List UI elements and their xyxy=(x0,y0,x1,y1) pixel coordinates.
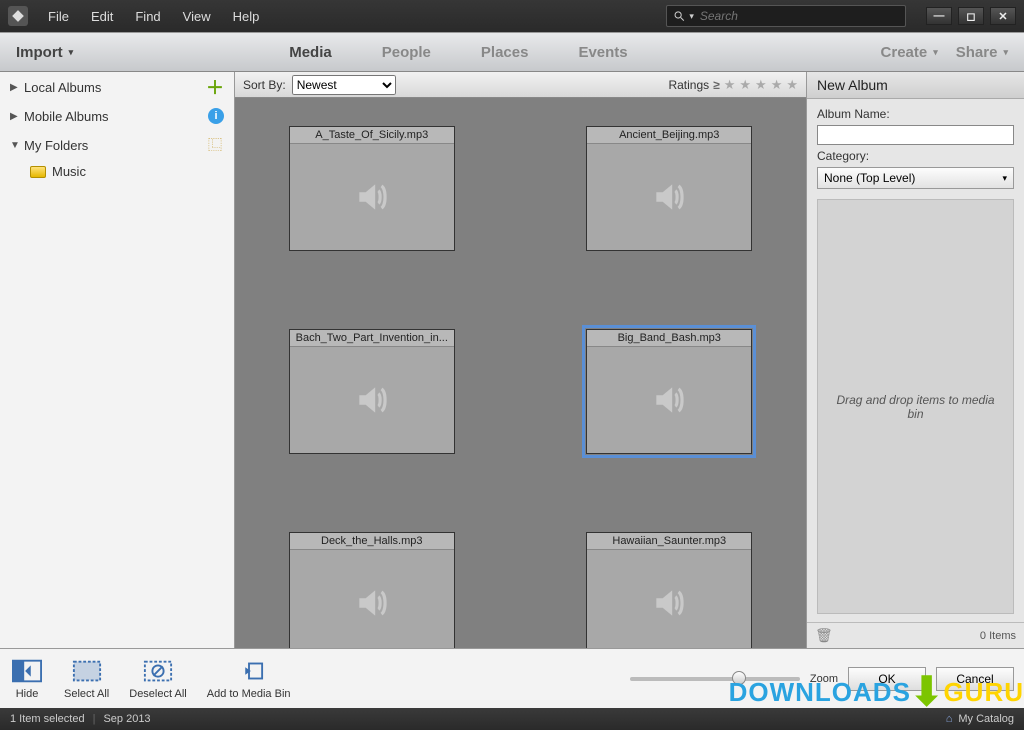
chevron-down-icon: ▾ xyxy=(933,47,938,58)
audio-icon xyxy=(587,550,751,648)
tree-view-icon[interactable]: ⿺ xyxy=(206,136,224,154)
chevron-down-icon: ▾ xyxy=(69,47,74,58)
add-to-media-bin-button[interactable]: Add to Media Bin xyxy=(207,658,291,700)
window-minimize-button[interactable]: — xyxy=(926,7,952,25)
sort-bar: Sort By: Newest Ratings ≥ ★ ★ ★ ★ ★ xyxy=(235,72,806,98)
search-box[interactable]: ▾ xyxy=(666,5,906,27)
tab-places[interactable]: Places xyxy=(465,40,545,65)
audio-icon xyxy=(290,550,454,648)
category-select[interactable]: None (Top Level) ▾ xyxy=(817,167,1014,189)
audio-icon xyxy=(587,347,751,453)
search-dropdown-icon[interactable]: ▾ xyxy=(689,11,694,22)
sidebar-item-local-albums[interactable]: ▶ Local Albums ＋ xyxy=(0,72,234,102)
disclosure-triangle-icon: ▶ xyxy=(10,82,24,93)
sidebar-subitem-music[interactable]: Music xyxy=(0,160,234,183)
import-label: Import xyxy=(16,44,63,61)
thumbnail-filename: Big_Band_Bash.mp3 xyxy=(587,330,751,347)
share-button[interactable]: Share▾ xyxy=(956,44,1008,61)
menubar: File Edit Find View Help ▾ — ◻ ✕ xyxy=(0,0,1024,32)
album-name-label: Album Name: xyxy=(817,107,1014,121)
trash-icon[interactable]: 🗑 xyxy=(815,627,833,644)
menu-find[interactable]: Find xyxy=(125,5,170,28)
thumbnail-item[interactable]: Big_Band_Bash.mp3 xyxy=(586,329,752,454)
rating-star-4[interactable]: ★ xyxy=(771,77,783,93)
plus-icon[interactable]: ＋ xyxy=(206,78,224,96)
sort-by-select[interactable]: Newest xyxy=(292,75,396,95)
tab-people[interactable]: People xyxy=(366,40,447,65)
add-to-bin-icon xyxy=(232,658,266,684)
info-icon[interactable]: i xyxy=(208,108,224,124)
zoom-label: Zoom xyxy=(810,673,838,685)
select-all-icon xyxy=(70,658,104,684)
search-input[interactable] xyxy=(700,9,899,23)
deselect-all-button[interactable]: Deselect All xyxy=(129,658,186,700)
folder-icon xyxy=(30,166,46,178)
menu-help[interactable]: Help xyxy=(223,5,270,28)
rating-star-3[interactable]: ★ xyxy=(755,77,767,93)
sort-by-label: Sort By: xyxy=(243,78,286,92)
create-button[interactable]: Create▾ xyxy=(881,44,938,61)
sidebar-item-mobile-albums[interactable]: ▶ Mobile Albums i xyxy=(0,102,234,130)
select-all-button[interactable]: Select All xyxy=(64,658,109,700)
deselect-all-icon xyxy=(141,658,175,684)
hide-icon xyxy=(10,658,44,684)
menu-file[interactable]: File xyxy=(38,5,79,28)
zoom-slider[interactable] xyxy=(630,677,800,681)
status-selected: 1 Item selected xyxy=(10,713,85,725)
menu-edit[interactable]: Edit xyxy=(81,5,123,28)
thumbnail-filename: Bach_Two_Part_Invention_in... xyxy=(290,330,454,347)
cancel-button[interactable]: Cancel xyxy=(936,667,1014,691)
media-bin-drop-area[interactable]: Drag and drop items to media bin xyxy=(817,199,1014,614)
thumbnail-grid[interactable]: A_Taste_Of_Sicily.mp3 Ancient_Beijing.mp3… xyxy=(235,98,806,648)
album-name-input[interactable] xyxy=(817,125,1014,145)
thumbnail-filename: A_Taste_Of_Sicily.mp3 xyxy=(290,127,454,144)
disclosure-triangle-icon: ▶ xyxy=(10,111,24,122)
category-label: Category: xyxy=(817,149,1014,163)
app-logo xyxy=(8,6,28,26)
thumbnail-filename: Deck_the_Halls.mp3 xyxy=(290,533,454,550)
center-panel: Sort By: Newest Ratings ≥ ★ ★ ★ ★ ★ A_Ta… xyxy=(235,72,806,648)
thumbnail-item[interactable]: A_Taste_Of_Sicily.mp3 xyxy=(289,126,455,251)
thumbnail-filename: Hawaiian_Saunter.mp3 xyxy=(587,533,751,550)
tab-media[interactable]: Media xyxy=(273,40,348,65)
chevron-down-icon: ▾ xyxy=(1003,47,1008,58)
search-icon xyxy=(673,9,685,23)
rating-star-5[interactable]: ★ xyxy=(786,77,798,93)
main-area: ▶ Local Albums ＋ ▶ Mobile Albums i ▼ My … xyxy=(0,72,1024,648)
home-icon[interactable]: ⌂ xyxy=(946,713,953,725)
sidebar-item-my-folders[interactable]: ▼ My Folders ⿺ xyxy=(0,130,234,160)
ratings-label: Ratings xyxy=(668,78,709,92)
thumbnail-item[interactable]: Bach_Two_Part_Invention_in... xyxy=(289,329,455,454)
status-bar: 1 Item selected | Sep 2013 ⌂ My Catalog xyxy=(0,708,1024,730)
status-date: Sep 2013 xyxy=(103,713,150,725)
import-button[interactable]: Import ▾ xyxy=(16,44,73,61)
panel-title: New Album xyxy=(807,72,1024,99)
hide-panel-button[interactable]: Hide xyxy=(10,658,44,700)
tab-events[interactable]: Events xyxy=(562,40,643,65)
window-maximize-button[interactable]: ◻ xyxy=(958,7,984,25)
action-bar: Hide Select All Deselect All Add to Medi… xyxy=(0,648,1024,708)
chevron-down-icon: ▾ xyxy=(1002,173,1007,184)
audio-icon xyxy=(290,144,454,250)
thumbnail-item[interactable]: Deck_the_Halls.mp3 xyxy=(289,532,455,648)
thumbnail-filename: Ancient_Beijing.mp3 xyxy=(587,127,751,144)
disclosure-triangle-icon: ▼ xyxy=(10,140,24,151)
status-catalog: My Catalog xyxy=(958,713,1014,725)
rating-star-1[interactable]: ★ xyxy=(724,77,736,93)
window-close-button[interactable]: ✕ xyxy=(990,7,1016,25)
slider-knob[interactable] xyxy=(732,671,746,685)
ratings-operator-icon[interactable]: ≥ xyxy=(713,78,720,92)
thumbnail-item[interactable]: Hawaiian_Saunter.mp3 xyxy=(586,532,752,648)
menu-view[interactable]: View xyxy=(173,5,221,28)
audio-icon xyxy=(290,347,454,453)
items-count: 0 Items xyxy=(980,630,1016,642)
audio-icon xyxy=(587,144,751,250)
left-sidebar: ▶ Local Albums ＋ ▶ Mobile Albums i ▼ My … xyxy=(0,72,235,648)
right-panel: New Album Album Name: Category: None (To… xyxy=(806,72,1024,648)
secondary-toolbar: Import ▾ Media People Places Events Crea… xyxy=(0,32,1024,72)
thumbnail-item[interactable]: Ancient_Beijing.mp3 xyxy=(586,126,752,251)
nav-tabs: Media People Places Events xyxy=(273,40,643,65)
ok-button[interactable]: OK xyxy=(848,667,926,691)
rating-star-2[interactable]: ★ xyxy=(739,77,751,93)
